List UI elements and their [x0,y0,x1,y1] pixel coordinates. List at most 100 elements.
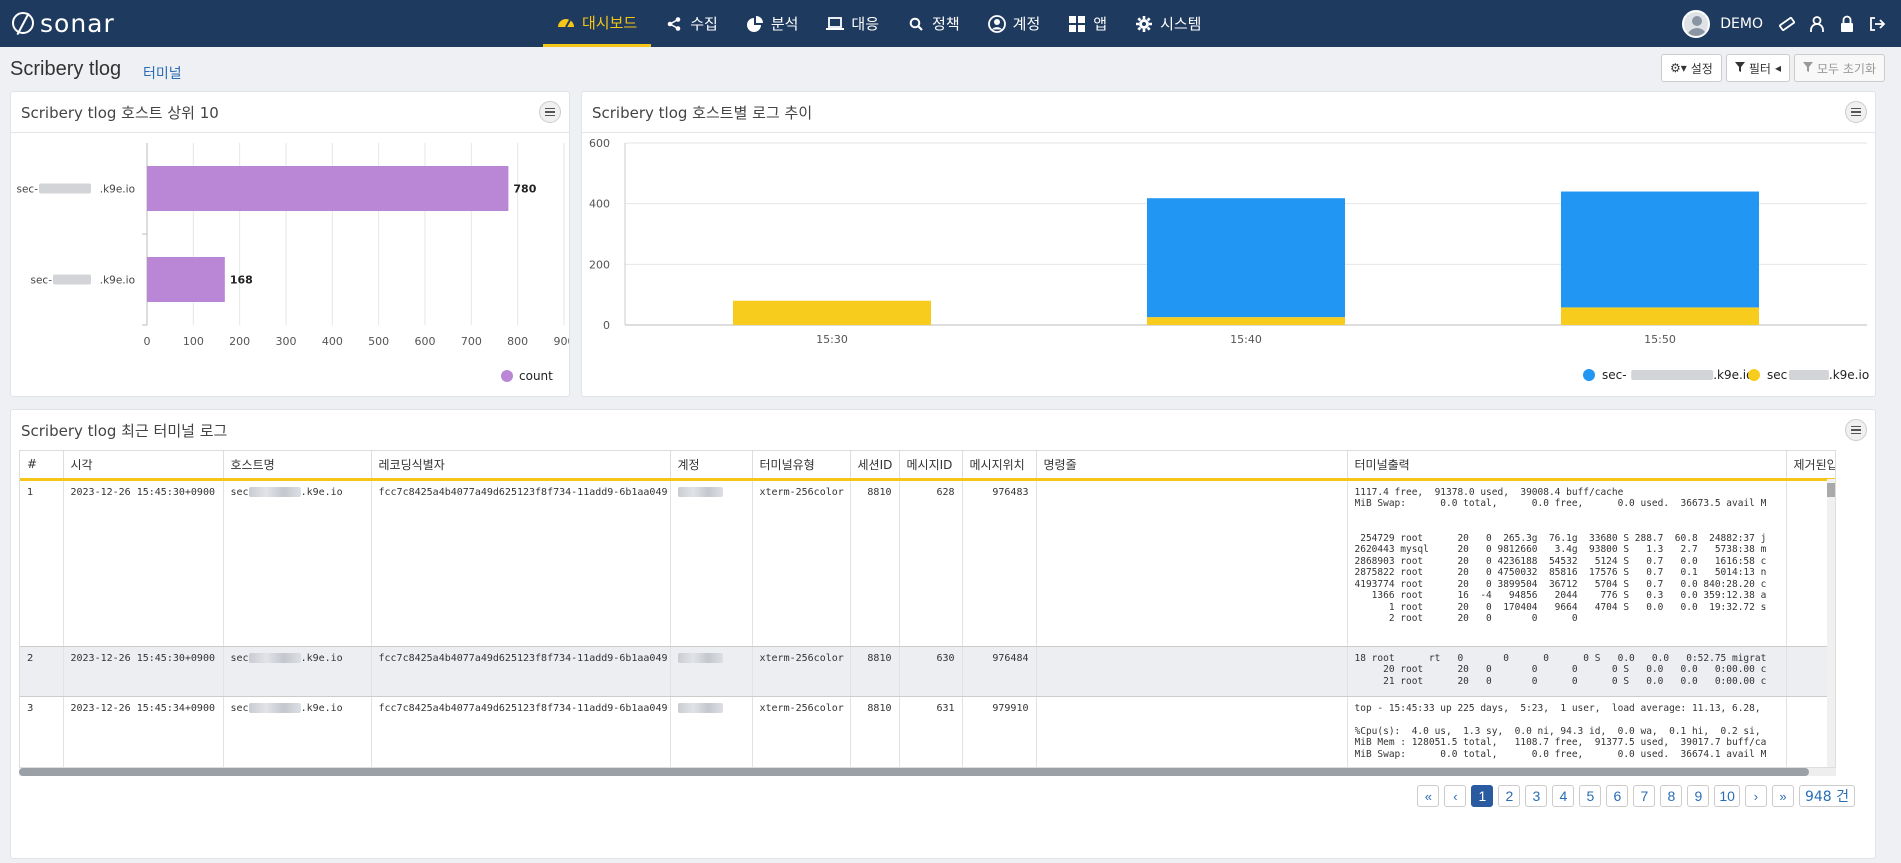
redacted-host [248,486,301,497]
table-row[interactable]: 3 2023-12-26 15:45:34+0900 sec .k9e.io fcc7c… [20,696,1835,767]
redacted-account [677,486,723,497]
scrollbar-thumb[interactable] [1827,483,1835,497]
x-tick-label: 600 [415,335,436,348]
share-icon [665,15,683,33]
x-tick-label: 15:50 [1644,333,1676,346]
scrollbar-thumb[interactable] [19,768,1809,776]
recent-logs-panel: Scribery tlog 최근 터미널 로그 # 시각 호스트명 레코딩식별자 계정 터… [10,409,1876,859]
page-button-10[interactable]: 10 [1714,785,1740,807]
total-count: 948 건 [1798,785,1855,807]
column-header[interactable]: 시각 [63,451,224,481]
menu-icon [1851,108,1861,116]
x-tick-label: 200 [229,335,250,348]
logout-icon[interactable] [1867,14,1887,34]
avatar[interactable] [1682,9,1711,38]
nav-item-3[interactable]: 대응 [812,0,893,47]
legend-swatch [1748,369,1760,381]
page-button-5[interactable]: 5 [1579,785,1602,807]
table-row[interactable]: 1 2023-12-26 15:45:30+0900 sec .k9e.io fcc7c… [20,479,1835,647]
nav-label: 시스템 [1160,15,1202,33]
page-button-3[interactable]: 3 [1525,785,1548,807]
column-header[interactable]: 터미널유형 [752,451,851,481]
column-header[interactable]: 명령줄 [1036,451,1348,481]
settings-button[interactable]: ⚙▾ 설정 [1660,54,1722,82]
panel-title: Scribery tlog 호스트별 로그 추이 [592,104,813,122]
filter-button[interactable]: 필터 ◂ [1725,54,1790,82]
nav-item-2[interactable]: 분석 [732,0,813,47]
host-suffix: .k9e.io [300,652,343,664]
cell-host: sec .k9e.io [223,479,372,647]
horizontal-scrollbar[interactable] [19,768,1836,776]
cell-account [670,696,753,767]
nav-label: 대응 [851,15,880,33]
redacted-host [248,702,301,713]
user-icon[interactable] [1807,14,1827,34]
page-button-8[interactable]: 8 [1660,785,1683,807]
column-header[interactable]: 메시지ID [899,451,963,481]
log-table-container[interactable]: # 시각 호스트명 레코딩식별자 계정 터미널유형 세션ID 메시지ID 메시지위치 명령줄 터미널… [19,450,1836,768]
page-button-1[interactable]: 1 [1471,785,1494,807]
nav-item-7[interactable]: 시스템 [1121,0,1215,47]
x-tick-label: 15:30 [816,333,848,346]
page-button-2[interactable]: 2 [1498,785,1521,807]
cell-terminal-type: xterm-256color [752,646,851,697]
table-header-row: # 시각 호스트명 레코딩식별자 계정 터미널유형 세션ID 메시지ID 메시지위치 명령줄 터미널… [20,451,1835,481]
nav-label: 정책 [932,15,960,33]
page-button-9[interactable]: 9 [1687,785,1710,807]
sonar-logo[interactable]: sonar [12,9,115,38]
lock-icon[interactable] [1837,14,1857,34]
svg-text:sec-: sec- [1602,368,1627,382]
table-row[interactable]: 2 2023-12-26 15:45:30+0900 sec .k9e.io fcc7c… [20,646,1835,697]
last-page-button[interactable]: » [1771,785,1794,807]
page-button-7[interactable]: 7 [1633,785,1656,807]
nav-item-6[interactable]: 앱 [1054,0,1121,47]
panel-menu-button[interactable] [539,101,561,123]
host-prefix: sec [230,702,249,714]
first-page-button[interactable]: « [1417,785,1440,807]
column-header[interactable]: 터미널출력 [1347,451,1787,481]
user-name[interactable]: DEMO [1720,16,1763,32]
cell-host: sec .k9e.io [223,646,372,697]
cell-terminal-output: top - 15:45:33 up 225 days, 5:23, 1 user… [1347,696,1787,767]
page-button-4[interactable]: 4 [1552,785,1575,807]
column-header[interactable]: 레코딩식별자 [371,451,671,481]
panel-menu-button[interactable] [1845,101,1867,123]
prev-page-button[interactable]: ‹ [1444,785,1467,807]
cell-account [670,479,753,647]
column-header[interactable]: # [20,451,64,481]
redacted-account [677,702,723,713]
cell-command-line [1036,696,1348,767]
column-header[interactable]: 호스트명 [223,451,372,481]
main-nav: 대시보드 수집 분석 대응 정책 계정 앱 시스템 [543,0,1215,47]
nav-label: 계정 [1012,15,1041,33]
bar-data-label: 168 [230,274,253,287]
terminal-output-text: 18 root rt 0 0 0 0 S 0.0 0.0 0:52.75 mig… [1354,652,1767,687]
panel-title: Scribery tlog 최근 터미널 로그 [21,422,228,440]
nav-item-5[interactable]: 계정 [974,0,1055,47]
nav-label: 앱 [1093,15,1108,33]
reset-all-button[interactable]: 모두 초기화 [1793,54,1885,82]
x-tick-label: 0 [144,335,151,348]
header-buttons: ⚙▾ 설정 필터 ◂ 모두 초기화 [1660,54,1885,82]
nav-item-0[interactable]: 대시보드 [543,0,652,47]
nav-item-1[interactable]: 수집 [651,0,732,47]
ruler-icon[interactable] [1777,14,1797,34]
next-page-button[interactable]: › [1744,785,1767,807]
page-subtitle-link[interactable]: 터미널 [143,63,182,83]
panel-menu-button[interactable] [1845,419,1867,441]
column-header[interactable]: 제거된입력 [1786,451,1835,481]
cell-message-id: 628 [899,479,963,647]
redacted-host [248,652,301,663]
nav-item-4[interactable]: 정책 [893,0,974,47]
reset-all-label: 모두 초기화 [1816,61,1876,76]
cell-recording-id: fcc7c8425a4b4077a49d625123f8f734-11add9-… [371,646,671,697]
column-header[interactable]: 계정 [670,451,753,481]
cell-session-id: 8810 [850,479,900,647]
laptop-icon [826,15,845,33]
column-header[interactable]: 세션ID [850,451,900,481]
nav-label: 대시보드 [582,13,638,32]
page-button-6[interactable]: 6 [1606,785,1629,807]
top-hosts-chart: 0 100 200 300 400 500 600 700 800 900 780 .k9e.io se… [17,143,569,383]
column-header[interactable]: 메시지위치 [962,451,1037,481]
vertical-scrollbar[interactable] [1827,479,1835,767]
